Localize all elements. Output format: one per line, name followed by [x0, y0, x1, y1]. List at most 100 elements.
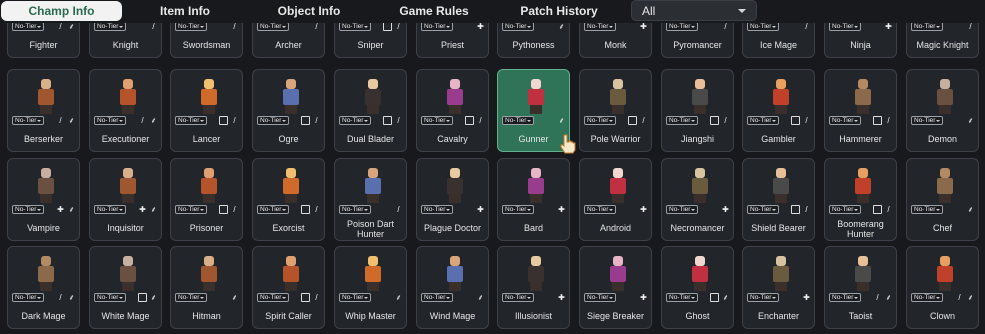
tab-object-info[interactable]: Object Info: [259, 1, 359, 21]
tab-patch-history[interactable]: Patch History: [507, 1, 611, 21]
tier-select[interactable]: No-Tier: [421, 205, 453, 214]
tier-select[interactable]: No-Tier: [339, 293, 371, 302]
tier-select[interactable]: No-Tier: [584, 293, 616, 302]
tier-select[interactable]: No-Tier: [12, 116, 44, 125]
champion-card-demon[interactable]: No-Tier ⸙ Demon: [906, 69, 979, 152]
champion-card-whip-master[interactable]: No-Tier ⸙ Whip Master: [334, 246, 407, 329]
tier-select[interactable]: No-Tier: [502, 205, 534, 214]
champion-card-siege-breaker[interactable]: No-Tier ✚ Siege Breaker: [579, 246, 652, 329]
class-filter-select[interactable]: All: [631, 0, 757, 21]
champion-card-white-mage[interactable]: No-Tier ⸙ White Mage: [89, 246, 162, 329]
champion-card-necromancer[interactable]: No-Tier ✚ Necromancer: [661, 158, 734, 241]
tier-select[interactable]: No-Tier: [829, 293, 861, 302]
chevron-down-icon: [37, 209, 41, 211]
champion-name: Fighter: [29, 40, 58, 50]
tier-select[interactable]: No-Tier: [175, 293, 207, 302]
tab-item-info[interactable]: Item Info: [135, 1, 235, 21]
tier-select[interactable]: No-Tier: [911, 205, 943, 214]
champion-card-dual-blader[interactable]: No-Tier / Dual Blader: [334, 69, 407, 152]
tier-select[interactable]: No-Tier: [421, 116, 453, 125]
tier-select[interactable]: No-Tier: [257, 116, 289, 125]
champion-card-shield-bearer[interactable]: No-Tier / Shield Bearer: [742, 158, 815, 241]
champion-card-jiangshi[interactable]: No-Tier / Jiangshi: [661, 69, 734, 152]
tier-select[interactable]: No-Tier: [94, 22, 126, 31]
tier-select[interactable]: No-Tier: [666, 293, 698, 302]
champion-card-berserker[interactable]: No-Tier / ⸙ Berserker: [7, 69, 80, 152]
tier-select[interactable]: No-Tier: [339, 22, 371, 31]
champion-card-exorcist[interactable]: No-Tier / Exorcist: [252, 158, 325, 241]
tab-champ-info[interactable]: Champ Info: [1, 1, 122, 21]
tier-select[interactable]: No-Tier: [12, 205, 44, 214]
tier-select[interactable]: No-Tier: [747, 22, 779, 31]
tier-select[interactable]: No-Tier: [94, 205, 126, 214]
tier-select[interactable]: No-Tier: [502, 22, 534, 31]
tier-select[interactable]: No-Tier: [257, 205, 289, 214]
chevron-down-icon: [527, 209, 531, 211]
champion-card-spirit-caller[interactable]: No-Tier / Spirit Caller: [252, 246, 325, 329]
champion-card-taoist[interactable]: No-Tier / ⸙ Taoist: [824, 246, 897, 329]
champion-portrait: [851, 256, 875, 292]
tier-select[interactable]: No-Tier: [911, 293, 943, 302]
chevron-down-icon: [609, 297, 613, 299]
champion-card-boomerang-hunter[interactable]: No-Tier / Boomerang Hunter: [824, 158, 897, 241]
tier-select[interactable]: No-Tier: [666, 22, 698, 31]
tier-select[interactable]: No-Tier: [829, 205, 861, 214]
tier-select[interactable]: No-Tier: [829, 22, 861, 31]
tier-select[interactable]: No-Tier: [502, 293, 534, 302]
tier-select[interactable]: No-Tier: [666, 116, 698, 125]
tier-select[interactable]: No-Tier: [747, 205, 779, 214]
champion-card-bard[interactable]: No-Tier ✚ Bard: [497, 158, 570, 241]
tier-select[interactable]: No-Tier: [502, 116, 534, 125]
champion-card-chef[interactable]: No-Tier ⸙ Chef: [906, 158, 979, 241]
tier-select[interactable]: No-Tier: [911, 22, 943, 31]
champion-card-clown[interactable]: No-Tier / ⸙ Clown: [906, 246, 979, 329]
tier-select[interactable]: No-Tier: [584, 22, 616, 31]
champion-card-ogre[interactable]: No-Tier / Ogre: [252, 69, 325, 152]
champion-card-inquisitor[interactable]: No-Tier ✚ ⸙ Inquisitor: [89, 158, 162, 241]
chevron-down-icon: [364, 120, 368, 122]
tier-select[interactable]: No-Tier: [747, 116, 779, 125]
champion-name: Cavalry: [437, 134, 468, 144]
tier-select[interactable]: No-Tier: [94, 116, 126, 125]
champion-card-hammerer[interactable]: No-Tier / Hammerer: [824, 69, 897, 152]
tier-select[interactable]: No-Tier: [12, 22, 44, 31]
tier-label: No-Tier: [669, 294, 691, 301]
champion-card-gambler[interactable]: No-Tier / Gambler: [742, 69, 815, 152]
champion-card-pole-warrior[interactable]: No-Tier / Pole Warrior: [579, 69, 652, 152]
tier-select[interactable]: No-Tier: [94, 293, 126, 302]
tier-select[interactable]: No-Tier: [12, 293, 44, 302]
champion-card-wind-mage[interactable]: No-Tier ⸙ Wind Mage: [416, 246, 489, 329]
champion-card-enchanter[interactable]: No-Tier ✚ Enchanter: [742, 246, 815, 329]
tier-select[interactable]: No-Tier: [421, 22, 453, 31]
tier-select[interactable]: No-Tier: [747, 293, 779, 302]
champion-card-poison-dart-hunter[interactable]: No-Tier / Poison Dart Hunter: [334, 158, 407, 241]
tier-select[interactable]: No-Tier: [666, 205, 698, 214]
champion-card-android[interactable]: No-Tier ✚ Android: [579, 158, 652, 241]
chevron-down-icon: [37, 297, 41, 299]
tier-select[interactable]: No-Tier: [339, 116, 371, 125]
tier-select[interactable]: No-Tier: [339, 205, 371, 214]
champion-card-cavalry[interactable]: No-Tier / Cavalry: [416, 69, 489, 152]
champion-name: Shield Bearer: [751, 223, 806, 233]
champion-card-illusionist[interactable]: No-Tier ✚ Illusionist: [497, 246, 570, 329]
champion-card-lancer[interactable]: No-Tier / Lancer: [170, 69, 243, 152]
tier-select[interactable]: No-Tier: [257, 22, 289, 31]
champion-card-dark-mage[interactable]: No-Tier / ⸙ Dark Mage: [7, 246, 80, 329]
champion-card-hitman[interactable]: No-Tier ⸙ Hitman: [170, 246, 243, 329]
tier-select[interactable]: No-Tier: [829, 116, 861, 125]
tier-select[interactable]: No-Tier: [175, 22, 207, 31]
chevron-down-icon: [854, 120, 858, 122]
tier-select[interactable]: No-Tier: [584, 205, 616, 214]
champion-card-prisoner[interactable]: No-Tier / Prisoner: [170, 158, 243, 241]
tier-select[interactable]: No-Tier: [584, 116, 616, 125]
tab-game-rules[interactable]: Game Rules: [384, 1, 484, 21]
tier-select[interactable]: No-Tier: [421, 293, 453, 302]
tier-select[interactable]: No-Tier: [257, 293, 289, 302]
champion-card-vampire[interactable]: No-Tier ✚ ⸙ Vampire: [7, 158, 80, 241]
champion-card-plague-doctor[interactable]: No-Tier ✚ Plague Doctor: [416, 158, 489, 241]
champion-card-ghost[interactable]: No-Tier ⸙ Ghost: [661, 246, 734, 329]
champion-card-executioner[interactable]: No-Tier / ⸙ Executioner: [89, 69, 162, 152]
tier-select[interactable]: No-Tier: [175, 116, 207, 125]
tier-select[interactable]: No-Tier: [911, 116, 943, 125]
tier-select[interactable]: No-Tier: [175, 205, 207, 214]
